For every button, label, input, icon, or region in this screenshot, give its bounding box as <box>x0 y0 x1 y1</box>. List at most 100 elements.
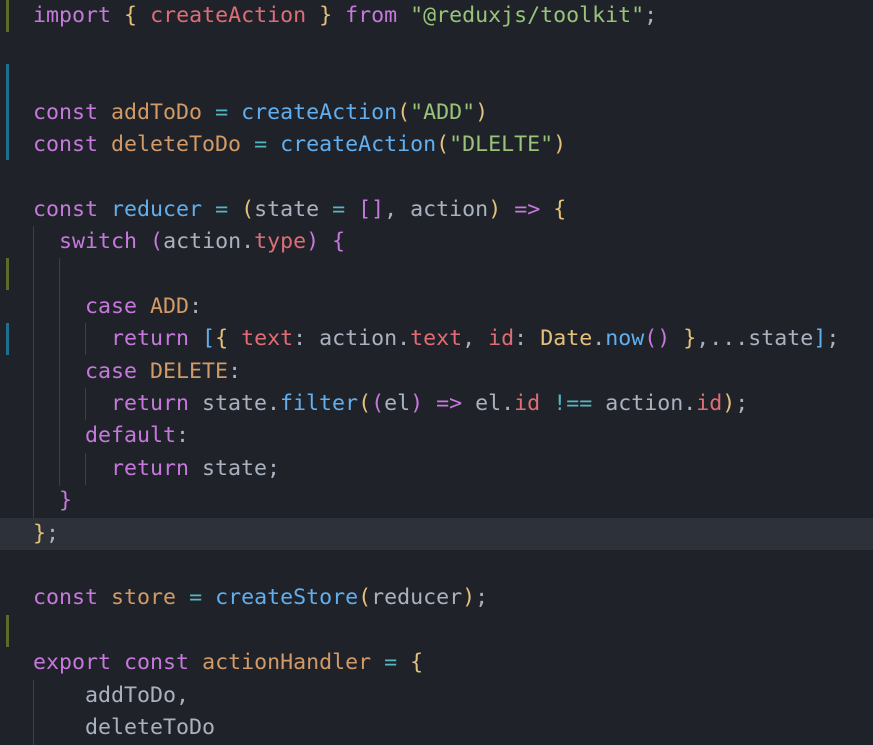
code-token: switch <box>59 229 138 254</box>
code-token: } <box>683 326 697 351</box>
code-token: export <box>33 650 112 675</box>
code-token: state; <box>189 456 281 481</box>
code-token: ) <box>488 197 502 222</box>
code-token: { <box>410 650 424 675</box>
code-line[interactable]: import { createAction } from "@reduxjs/t… <box>0 0 873 32</box>
code-token: type <box>254 229 307 254</box>
code-line[interactable]: return [{ text: action.text, id: Date.no… <box>0 323 873 355</box>
code-token: reducer <box>111 197 203 222</box>
code-token: : <box>176 423 190 448</box>
code-token: ; <box>644 3 658 28</box>
code-token: ) <box>462 585 476 610</box>
code-line[interactable]: const addToDo = createAction("ADD") <box>0 97 873 129</box>
code-token: reducer <box>371 585 463 610</box>
code-token: now <box>605 326 645 351</box>
code-token: => <box>436 391 463 416</box>
code-token: text <box>410 326 463 351</box>
code-token: state. <box>189 391 281 416</box>
code-line[interactable] <box>0 64 873 96</box>
code-line[interactable]: }; <box>0 518 873 550</box>
code-token: const <box>124 650 190 675</box>
code-line[interactable]: addToDo, <box>0 680 873 712</box>
code-line[interactable]: const deleteToDo = createAction("DLELTE"… <box>0 129 873 161</box>
code-editor[interactable]: import { createAction } from "@reduxjs/t… <box>0 0 873 745</box>
code-line[interactable]: return state; <box>0 453 873 485</box>
code-line[interactable] <box>0 615 873 647</box>
code-token: ( <box>358 391 372 416</box>
code-line[interactable]: switch (action.type) { <box>0 226 873 258</box>
code-token: ) <box>722 391 736 416</box>
code-token: ] <box>813 326 827 351</box>
code-token: addToDo <box>111 100 203 125</box>
code-token: const <box>33 132 99 157</box>
code-line[interactable]: const reducer = (state = [], action) => … <box>0 194 873 226</box>
code-token: "DLELTE" <box>449 132 554 157</box>
code-token: ; <box>826 326 840 351</box>
code-token: : action. <box>293 326 411 351</box>
code-token: ( <box>150 229 164 254</box>
code-line[interactable]: export const actionHandler = { <box>0 647 873 679</box>
code-line[interactable]: const store = createStore(reducer); <box>0 582 873 614</box>
code-token: import <box>33 3 112 28</box>
code-line[interactable]: default: <box>0 420 873 452</box>
code-token: ) <box>306 229 320 254</box>
code-token: const <box>33 197 99 222</box>
code-line[interactable]: } <box>0 485 873 517</box>
code-token: DELETE <box>150 359 229 384</box>
code-token: ; <box>475 585 489 610</box>
code-token: default <box>85 423 177 448</box>
code-line[interactable]: deleteToDo <box>0 712 873 744</box>
code-token: ) <box>410 391 424 416</box>
code-token: const <box>33 585 99 610</box>
code-line[interactable] <box>0 162 873 194</box>
code-token: ( <box>436 132 450 157</box>
code-token: ; <box>735 391 749 416</box>
code-line[interactable]: return state.filter((el) => el.id !== ac… <box>0 388 873 420</box>
code-line[interactable] <box>0 550 873 582</box>
code-token: = <box>215 100 229 125</box>
code-token: actionHandler <box>202 650 372 675</box>
code-line[interactable] <box>0 32 873 64</box>
code-token: return <box>111 326 190 351</box>
code-token: deleteToDo <box>33 715 216 740</box>
code-line[interactable]: case DELETE: <box>0 356 873 388</box>
code-token: id <box>488 326 515 351</box>
code-line[interactable]: case ADD: <box>0 291 873 323</box>
code-token: return <box>111 456 190 481</box>
code-line[interactable] <box>0 258 873 290</box>
code-token: createStore <box>215 585 359 610</box>
code-token: : <box>228 359 242 384</box>
code-token: return <box>111 391 190 416</box>
code-token: case <box>85 294 138 319</box>
code-token: { <box>332 229 346 254</box>
code-token: ( <box>358 585 372 610</box>
code-token: [ <box>202 326 216 351</box>
code-token: , action <box>384 197 489 222</box>
code-token: Date <box>540 326 593 351</box>
code-token: text <box>241 326 294 351</box>
code-token: ) <box>475 100 489 125</box>
code-token: addToDo, <box>33 683 190 708</box>
